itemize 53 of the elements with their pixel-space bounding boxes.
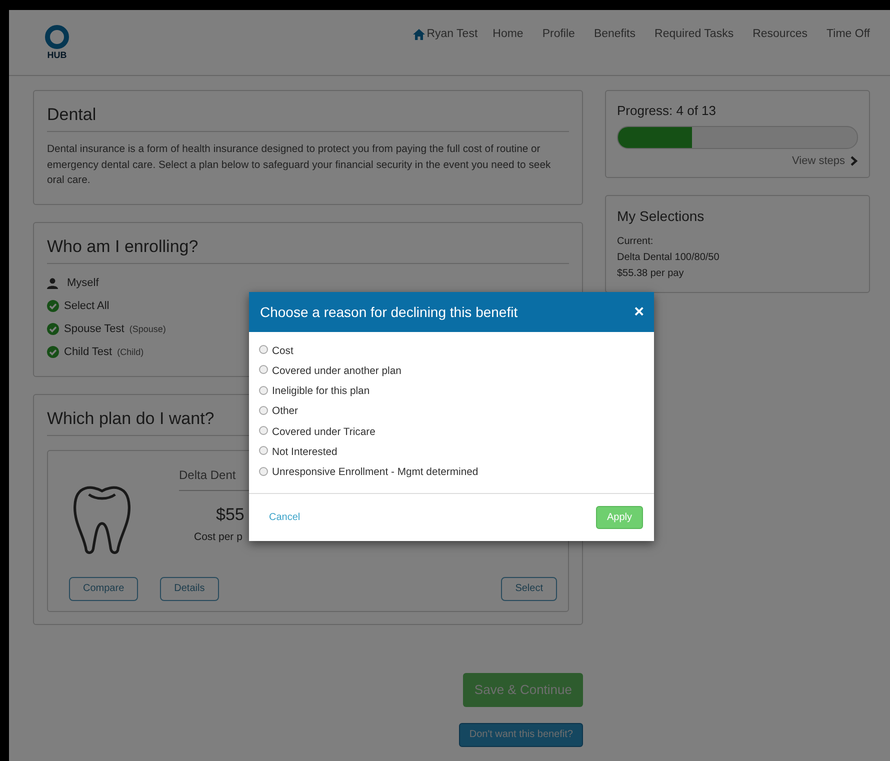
radio-button[interactable] — [259, 365, 268, 374]
member-name: Select All — [64, 300, 110, 312]
check-icon[interactable] — [47, 323, 59, 335]
current-label: Current: — [617, 236, 654, 248]
chevron-right-icon — [850, 156, 858, 166]
card-title: Dental — [47, 103, 569, 132]
view-steps-link[interactable]: View steps — [617, 155, 858, 167]
check-icon[interactable] — [47, 300, 59, 312]
apply-button[interactable]: Apply — [596, 506, 643, 529]
plan-action-button[interactable]: Select — [501, 576, 557, 600]
user-home-link[interactable]: Ryan Test — [412, 27, 478, 41]
member-name: Myself — [67, 277, 99, 289]
reason-option-label[interactable]: Not Interested — [272, 446, 338, 458]
radio-button[interactable] — [259, 426, 268, 436]
radio-button[interactable] — [259, 386, 268, 395]
reason-option-label[interactable]: Cost — [272, 346, 294, 356]
member-name: Child Test — [64, 346, 112, 358]
nav-link[interactable]: Benefits — [594, 27, 636, 41]
logo-ring-icon — [45, 25, 69, 49]
card-title: My Selections — [617, 208, 706, 224]
member-name: Spouse Test — [64, 323, 124, 335]
reason-option-label[interactable]: Covered under Tricare — [272, 426, 376, 438]
selected-plan-text: Delta Dental 100/80/50 — [617, 251, 720, 265]
progress-label: Progress: 4 of 13 — [617, 103, 717, 118]
relation-label: (Child) — [117, 347, 144, 357]
reason-option-label[interactable]: Covered under another plan — [272, 366, 402, 377]
close-button[interactable]: × — [634, 302, 644, 322]
logo-text: HUB — [47, 50, 67, 60]
plan-action-button[interactable]: Details — [160, 576, 219, 600]
nav-link[interactable]: Time Off — [826, 27, 870, 41]
check-icon[interactable] — [47, 346, 59, 358]
price-caption: Cost per p — [194, 530, 242, 542]
relation-label: (Spouse) — [129, 324, 166, 334]
dialog-title: Choose a reason for declining this benefit — [260, 304, 518, 320]
person-icon — [47, 278, 58, 288]
card-title: Who am I enrolling? — [47, 234, 569, 264]
description-text: Dental insurance is a form of health insurance designed to protect you from paying the full cost of routine or emergency dental care. Select a plan below to safeguard your financial security in the event you need to seek oral care. — [47, 143, 552, 188]
nav-link[interactable]: Required Tasks — [654, 27, 734, 41]
radio-button[interactable] — [259, 466, 268, 476]
decline-benefit-button[interactable]: Don't want this benefit? — [459, 722, 583, 746]
radio-button[interactable] — [259, 406, 268, 415]
home-icon — [412, 28, 425, 40]
radio-button[interactable] — [259, 345, 268, 354]
reason-option-label[interactable]: Other — [272, 406, 298, 418]
selected-price-text: $55.38 per pay — [617, 267, 685, 281]
nav-link[interactable]: Profile — [542, 27, 575, 41]
nav-link[interactable]: Resources — [752, 27, 808, 41]
reason-option-label[interactable]: Ineligible for this plan — [272, 386, 370, 398]
plan-price: $55 — [216, 504, 244, 524]
radio-button[interactable] — [259, 446, 268, 456]
cancel-link[interactable]: Cancel — [269, 512, 300, 523]
nav-link[interactable]: Home — [492, 27, 524, 41]
plan-action-button[interactable]: Compare — [69, 576, 138, 600]
